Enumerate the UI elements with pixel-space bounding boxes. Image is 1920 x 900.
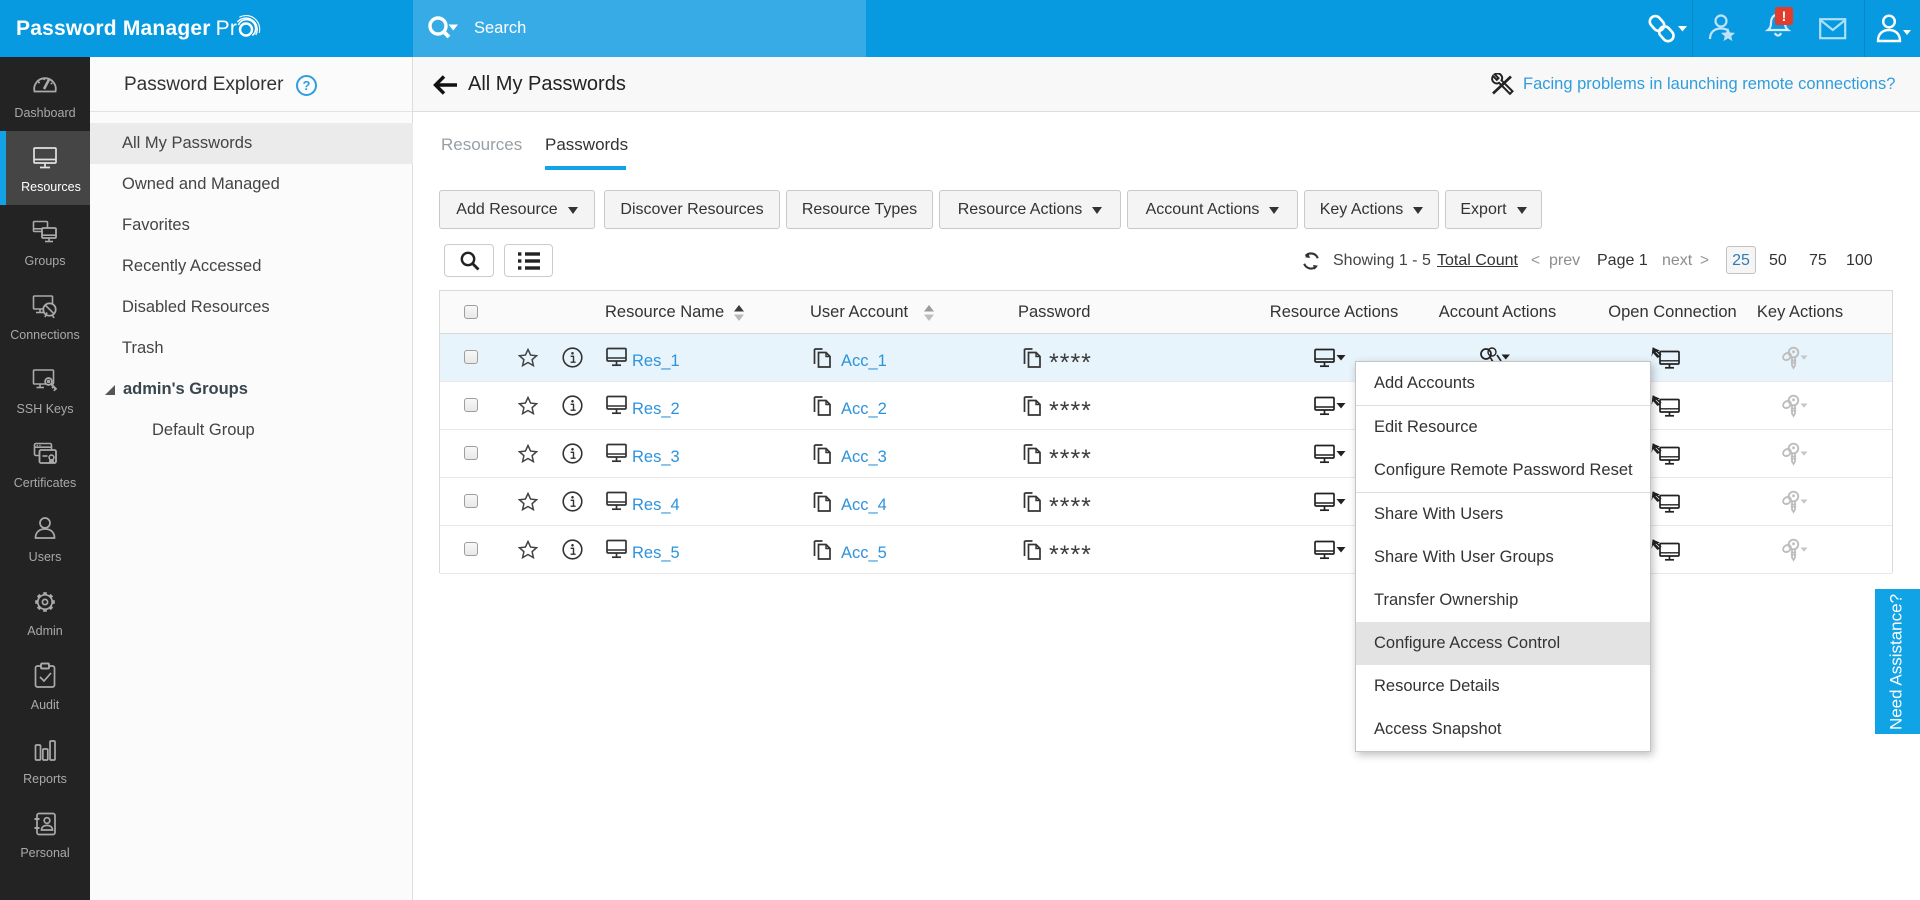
svg-text:!: ! — [1782, 8, 1787, 24]
